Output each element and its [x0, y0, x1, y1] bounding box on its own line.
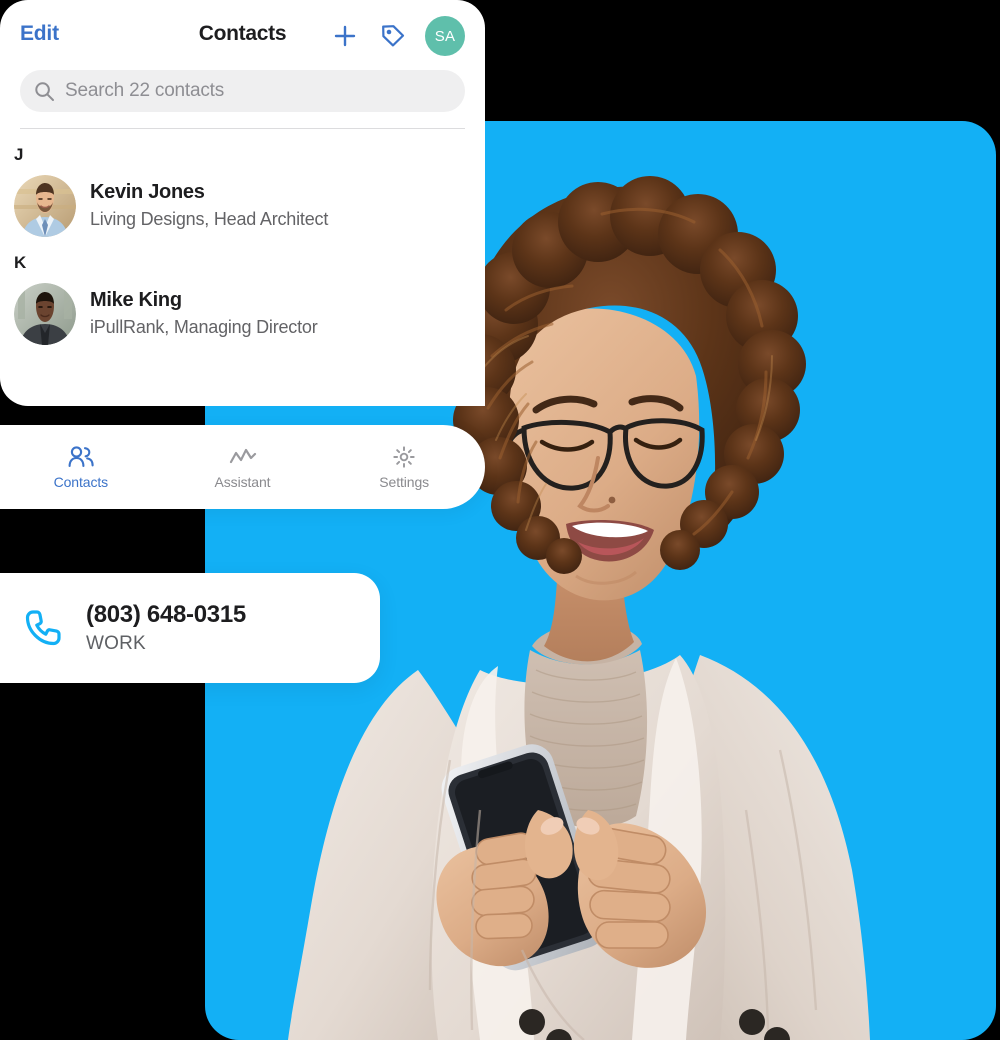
tab-label: Assistant: [214, 473, 271, 490]
phone-number: (803) 648-0315: [86, 601, 246, 628]
plus-icon: [334, 25, 356, 47]
section-header-k: K: [14, 253, 27, 272]
settings-icon: [393, 445, 415, 468]
search-input[interactable]: Search 22 contacts: [20, 70, 465, 112]
activity-wave-icon: [229, 448, 256, 463]
tab-label: Settings: [379, 473, 430, 490]
people-icon: [68, 445, 94, 467]
contact-name: Mike King: [90, 289, 182, 312]
tag-button[interactable]: [377, 20, 409, 52]
search-icon: [35, 81, 54, 101]
section-header-j: J: [14, 145, 24, 164]
add-contact-button[interactable]: [329, 20, 361, 52]
list-item[interactable]: Mike King iPullRank, Managing Director: [0, 279, 485, 349]
user-avatar[interactable]: SA: [425, 16, 465, 56]
contact-subtitle: Living Designs, Head Architect: [90, 209, 329, 230]
search-section: Search 22 contacts: [0, 70, 485, 129]
avatar: [14, 283, 76, 345]
avatar: [14, 175, 76, 237]
contact-text: Kevin Jones Living Designs, Head Archite…: [90, 180, 328, 231]
contacts-header: Edit Contacts SA: [0, 0, 485, 70]
search-placeholder: Search 22 contacts: [65, 80, 225, 101]
contact-list: J Kevin Jones Living Designs, Head Archi…: [0, 129, 485, 349]
phone-icon-wrap: [0, 607, 86, 649]
contacts-panel: Edit Contacts SA Search 22 contacts J Ke…: [0, 0, 485, 406]
tab-settings[interactable]: Settings: [323, 445, 485, 490]
list-item[interactable]: Kevin Jones Living Designs, Head Archite…: [0, 171, 485, 241]
contact-name: Kevin Jones: [90, 181, 205, 204]
header-actions: SA: [329, 16, 465, 56]
contact-subtitle: iPullRank, Managing Director: [90, 317, 318, 338]
bottom-tab-bar: Contacts Assistant Settings: [0, 425, 485, 509]
tag-icon: [382, 25, 405, 47]
phone-type-label: WORK: [86, 633, 146, 654]
tab-assistant[interactable]: Assistant: [162, 445, 324, 490]
contact-text: Mike King iPullRank, Managing Director: [90, 288, 318, 339]
tab-contacts[interactable]: Contacts: [0, 445, 162, 490]
phone-icon: [25, 610, 61, 646]
tab-label: Contacts: [53, 473, 109, 490]
phone-details: (803) 648-0315 WORK: [86, 601, 246, 655]
phone-number-card[interactable]: (803) 648-0315 WORK: [0, 573, 380, 683]
